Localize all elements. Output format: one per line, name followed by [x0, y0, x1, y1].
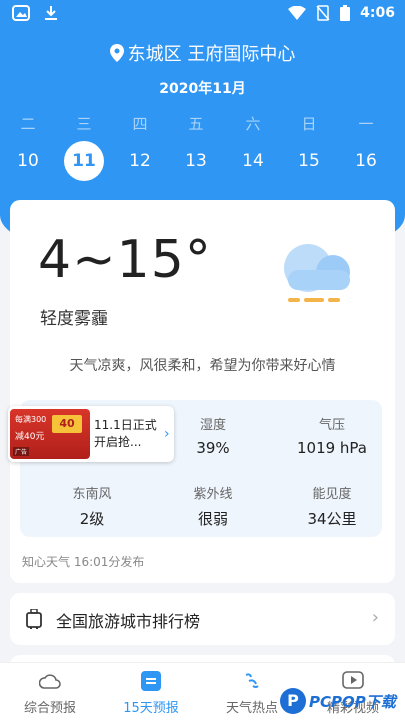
date-label: 13	[185, 151, 207, 171]
stat-pressure: 气压 1019 hPa	[277, 414, 387, 457]
chevron-right-icon: ›	[371, 607, 379, 628]
day-item[interactable]: 日 15	[284, 113, 334, 181]
date-label: 14	[242, 151, 264, 171]
download-icon	[45, 6, 57, 20]
location-pin-icon	[109, 44, 124, 62]
cloud-haze-icon	[284, 244, 350, 302]
weather-condition: 轻度雾霾	[40, 309, 108, 329]
ad-coupon: 40	[52, 415, 82, 433]
ad-image-line1: 每满300	[15, 415, 47, 424]
day-item[interactable]: 四 12	[115, 113, 165, 181]
luggage-icon	[26, 609, 42, 629]
week-strip: 二 10 三 11 四 12 五 13 六 14 日 15 一 16	[0, 113, 405, 183]
day-item[interactable]: 一 16	[341, 113, 391, 181]
location-selector[interactable]: 东城区 王府国际中心	[0, 40, 405, 66]
stat-label: 能见度	[312, 487, 352, 502]
weekday-label: 二	[20, 115, 36, 133]
weekday-label: 三	[76, 115, 92, 133]
ad-banner[interactable]: 每满300 减40元 40 广告 11.1日正式开启抢... ›	[8, 406, 174, 462]
date-label: 15	[298, 151, 320, 171]
weekday-label: 一	[358, 115, 374, 133]
gallery-icon	[12, 5, 30, 21]
tab-label: 15天预报	[123, 701, 179, 716]
temperature-range: 4~15°	[38, 230, 212, 290]
ad-tag: 广告	[13, 447, 30, 456]
ad-image: 每满300 减40元 40 广告	[10, 409, 90, 459]
wind-icon	[245, 673, 259, 688]
list-icon	[141, 671, 161, 691]
date-label: 10	[17, 151, 39, 171]
stat-visibility: 能见度 34公里	[277, 483, 387, 529]
weather-card: 4~15° 轻度雾霾 天气凉爽，风很柔和，希望为你带来好心情 湿度 39% 气压 1…	[8, 200, 395, 583]
stat-wind: 东南风 2级	[37, 483, 147, 529]
travel-ranking-entry[interactable]: 全国旅游城市排行榜 ›	[10, 593, 395, 645]
stat-humidity: 湿度 39%	[158, 414, 268, 457]
weekday-label: 五	[188, 115, 204, 133]
weekday-label: 四	[132, 115, 148, 133]
location-label: 东城区 王府国际中心	[127, 44, 296, 65]
watermark-text: PCPOP下载	[309, 692, 396, 711]
day-item[interactable]: 六 14	[228, 113, 278, 181]
stat-value: 1019 hPa	[296, 439, 367, 457]
date-label: 12	[129, 151, 151, 171]
status-bar: 4:06	[0, 0, 405, 30]
chevron-right-icon: ›	[164, 426, 170, 442]
weekday-label: 日	[301, 115, 317, 133]
stat-label: 东南风	[72, 487, 112, 502]
no-sim-icon	[316, 5, 330, 21]
day-item-selected[interactable]: 三 11	[59, 113, 109, 181]
weekday-label: 六	[245, 115, 261, 133]
stat-value: 39%	[196, 439, 230, 457]
ad-image-line2: 减40元	[15, 432, 45, 442]
day-item[interactable]: 二 10	[3, 113, 53, 181]
battery-icon	[340, 5, 351, 21]
wifi-icon	[288, 6, 307, 20]
watermark: P PCPOP下载	[280, 682, 405, 720]
stat-uv: 紫外线 很弱	[158, 483, 268, 529]
stat-label: 湿度	[199, 418, 226, 433]
publish-info: 知心天气 16:01分发布	[22, 555, 145, 569]
stat-label: 紫外线	[193, 487, 233, 502]
stat-label: 气压	[318, 418, 345, 433]
tab-overview[interactable]: 综合预报	[10, 669, 90, 716]
ranking-label: 全国旅游城市排行榜	[56, 612, 201, 631]
date-label: 11	[64, 141, 104, 181]
weather-tip: 天气凉爽，风很柔和，希望为你带来好心情	[69, 358, 336, 374]
stat-value: 很弱	[197, 510, 228, 528]
cloud-outline-icon	[39, 674, 61, 689]
ad-text: 11.1日正式开启抢...	[94, 418, 157, 449]
tab-label: 综合预报	[23, 701, 76, 716]
tab-15day[interactable]: 15天预报	[111, 669, 191, 716]
month-label: 2020年11月	[159, 81, 246, 97]
stat-value: 34公里	[307, 510, 357, 528]
stat-value: 2级	[79, 510, 105, 528]
day-item[interactable]: 五 13	[171, 113, 221, 181]
status-time: 4:06	[360, 5, 395, 21]
date-label: 16	[355, 151, 377, 171]
watermark-logo: P	[280, 688, 306, 714]
